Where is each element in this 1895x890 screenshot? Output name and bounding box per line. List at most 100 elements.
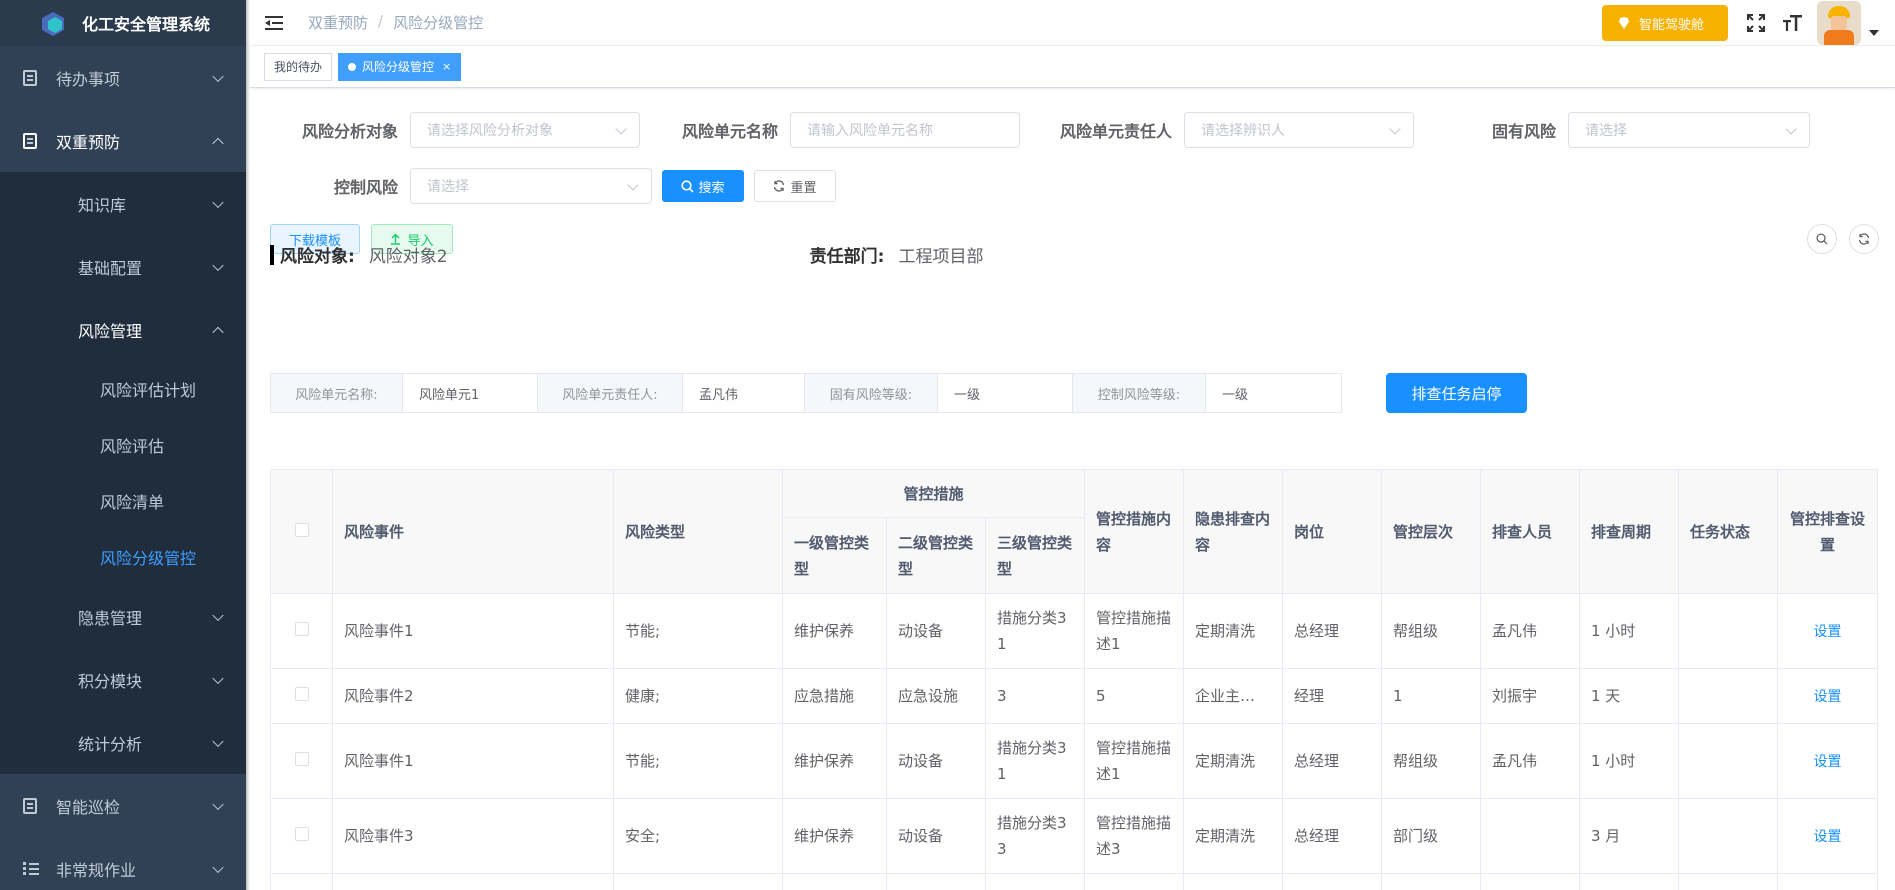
- sidebar-item-risk-control[interactable]: 风险分级管控: [0, 529, 246, 585]
- cell-l3: 措施分类3 1: [985, 593, 1085, 669]
- sidebar-item-points[interactable]: 积分模块: [0, 648, 246, 711]
- document-icon: [22, 797, 38, 814]
- th-cycle: 排查周期: [1579, 469, 1679, 594]
- sidebar-item-risk-list[interactable]: 风险清单: [0, 473, 246, 529]
- refresh-button[interactable]: [1849, 224, 1879, 254]
- sidebar-item-todo[interactable]: 待办事项: [0, 46, 246, 109]
- task-toggle-label: 排查任务启停: [1411, 384, 1502, 403]
- tag-risk-control[interactable]: 风险分级管控 ×: [338, 52, 462, 81]
- sidebar-item-label: 风险管理: [78, 321, 143, 341]
- sidebar-item-label: 隐患管理: [78, 608, 143, 628]
- filter-row-1: 风险分析对象 请选择风险分析对象 风险单元名称 请输入风险单元名称 风险单元责任…: [250, 112, 1810, 148]
- breadcrumb-item[interactable]: 双重预防: [308, 12, 368, 33]
- cell-l1: 维护保养: [782, 723, 887, 799]
- cell-content: 管控措施描述3: [1084, 798, 1184, 874]
- chevron-up-icon: [212, 137, 224, 149]
- submenu-double-prevention: 知识库 基础配置 风险管理 风险评估计划 风险评估 风险清单 风险分级管控 隐患…: [0, 172, 246, 774]
- tags-view: 我的待办 风险分级管控 ×: [250, 46, 1895, 88]
- active-dot-icon: [348, 62, 357, 71]
- inherent-risk-select[interactable]: 请选择: [1568, 112, 1810, 148]
- cell-post: 经理: [1282, 668, 1382, 724]
- cell-type: 节能;: [613, 593, 783, 669]
- select-placeholder: 请选择风险分析对象: [427, 123, 553, 139]
- sidebar-item-special-work[interactable]: 非常规作业: [0, 837, 246, 890]
- sidebar-item-hazard[interactable]: 隐患管理: [0, 585, 246, 648]
- cell-person: 刘振宇: [1480, 668, 1580, 724]
- tag-my-todo[interactable]: 我的待办: [264, 52, 333, 81]
- sidebar-item-risk-plan[interactable]: 风险评估计划: [0, 361, 246, 417]
- search-button[interactable]: 搜索: [662, 170, 744, 202]
- setting-link[interactable]: 设置: [1814, 624, 1842, 640]
- cell-hazard: 定期清洗: [1183, 798, 1283, 874]
- filter-label-control: 控制风险: [333, 178, 398, 197]
- desc-value: 风险单元1: [403, 373, 538, 413]
- sidebar-item-inspection[interactable]: 智能巡检: [0, 774, 246, 837]
- cell-l3: 措施分类3 3: [985, 798, 1085, 874]
- sidebar-item-basic-config[interactable]: 基础配置: [0, 235, 246, 298]
- task-toggle-button[interactable]: 排查任务启停: [1386, 373, 1527, 413]
- font-size-icon[interactable]: [1781, 12, 1803, 34]
- sidebar-item-label: 智能巡检: [56, 797, 121, 817]
- cell-post: 总经理: [1282, 723, 1382, 799]
- row-checkbox[interactable]: [294, 622, 309, 636]
- toggle-search-button[interactable]: [1807, 224, 1837, 254]
- chevron-down-icon: [212, 259, 224, 271]
- select-placeholder: 请选择: [427, 179, 469, 195]
- smart-cockpit-button[interactable]: 智能驾驶舱: [1602, 5, 1728, 41]
- navbar: 双重预防 / 风险分级管控 智能驾驶舱: [250, 0, 1895, 46]
- setting-link[interactable]: 设置: [1814, 754, 1842, 770]
- chevron-down-icon: [1389, 123, 1401, 135]
- select-all-cell: [270, 469, 333, 594]
- input-placeholder: 请输入风险单元名称: [807, 123, 933, 139]
- cell-l3: 3: [985, 668, 1085, 724]
- risk-control-table: 风险事件 风险类型 管控措施 管控措施内容 隐患排查内容 岗位 管控层次 排查人…: [270, 469, 1878, 890]
- caret-down-icon[interactable]: [1869, 30, 1879, 36]
- cell-event: 风险事件2: [332, 668, 614, 724]
- chevron-down-icon: [212, 735, 224, 747]
- row-checkbox[interactable]: [294, 752, 309, 766]
- unit-name-input[interactable]: 请输入风险单元名称: [790, 112, 1020, 148]
- navbar-right: 智能驾驶舱: [1602, 0, 1895, 46]
- cell-l3: 措施分类3 1: [985, 723, 1085, 799]
- sidebar-item-knowledge[interactable]: 知识库: [0, 172, 246, 235]
- cell-event: 风险事件3: [332, 798, 614, 874]
- risk-object-select[interactable]: 请选择风险分析对象: [410, 112, 640, 148]
- table-row: 风险事件1 节能; 维护保养 动设备 措施分类3 1 管控措施描述1 定期清洗 …: [270, 723, 1878, 799]
- document-icon: [22, 69, 38, 86]
- cell-cycle: 3 月: [1579, 798, 1679, 874]
- search-icon: [681, 179, 695, 193]
- dept-value: 工程项目部: [898, 247, 984, 267]
- hamburger-icon[interactable]: [265, 15, 285, 31]
- table-row: 风险事件1 节能; 维护保养 动设备 措施分类3 1 管控措施描述1 定期清洗 …: [270, 593, 1878, 669]
- setting-link[interactable]: 设置: [1814, 829, 1842, 845]
- sidebar-item-label: 风险清单: [100, 493, 165, 512]
- unit-owner-select[interactable]: 请选择辨识人: [1184, 112, 1414, 148]
- close-icon[interactable]: ×: [442, 60, 451, 73]
- sidebar-item-risk-assessment[interactable]: 风险评估: [0, 417, 246, 473]
- row-checkbox[interactable]: [294, 827, 309, 841]
- cell-level: 部门级: [1381, 798, 1481, 874]
- fullscreen-icon[interactable]: [1745, 12, 1767, 34]
- cell-content: 管控措施描述1: [1084, 723, 1184, 799]
- reset-button[interactable]: 重置: [754, 170, 836, 202]
- sidebar-item-double-prevention[interactable]: 双重预防: [0, 109, 246, 172]
- avatar[interactable]: [1817, 1, 1861, 45]
- sidebar-item-label: 风险评估: [100, 437, 165, 456]
- th-hazard: 隐患排查内容: [1183, 469, 1283, 594]
- chevron-down-icon: [212, 196, 224, 208]
- sidebar-item-risk-management[interactable]: 风险管理: [0, 298, 246, 361]
- risk-object-header: 风险对象: 风险对象2 责任部门: 工程项目部: [270, 242, 983, 267]
- cell-hazard: 企业主…: [1183, 668, 1283, 724]
- cell-action: 设置: [1777, 593, 1878, 669]
- th-content: 管控措施内容: [1084, 469, 1184, 594]
- breadcrumb-item-current: 风险分级管控: [393, 14, 484, 32]
- table-row: 风险事件2 健康; 应急措施 应急设施 3 5 企业主… 经理 1 刘振宇 1 …: [270, 668, 1878, 724]
- cell-person: [1480, 798, 1580, 874]
- row-checkbox-cell: [270, 668, 333, 724]
- cell-cycle: 1 小时: [1579, 593, 1679, 669]
- sidebar-item-statistics[interactable]: 统计分析: [0, 711, 246, 774]
- row-checkbox[interactable]: [294, 687, 309, 701]
- setting-link[interactable]: 设置: [1814, 689, 1842, 705]
- control-risk-select[interactable]: 请选择: [410, 168, 652, 204]
- select-all-checkbox[interactable]: [294, 522, 309, 537]
